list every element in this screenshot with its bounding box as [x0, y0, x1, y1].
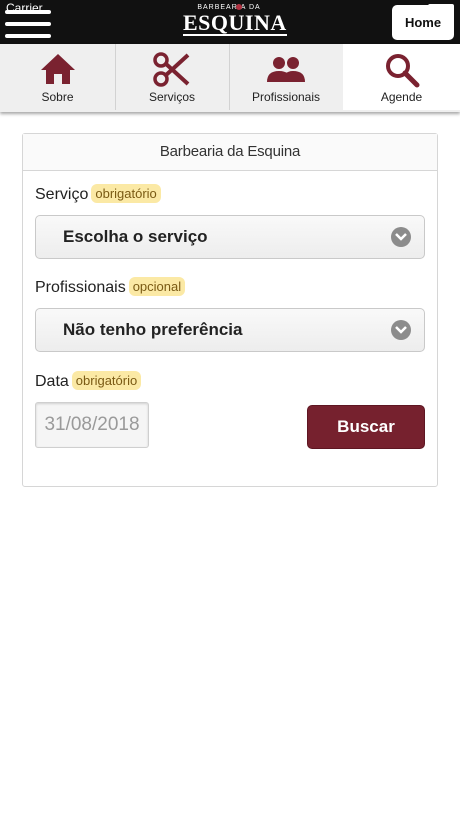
date-input[interactable]: 31/08/2018 [35, 402, 149, 448]
professional-select-value: Não tenho preferência [63, 320, 243, 339]
search-icon [385, 54, 419, 88]
date-field-label: Data obrigatório [35, 371, 142, 391]
service-field-label: Serviço obrigatório [35, 184, 161, 204]
professional-select[interactable]: Não tenho preferência [35, 308, 425, 352]
brand-logo: BARBEARIA DA ESQUINA [183, 4, 287, 36]
home-button[interactable]: Home [392, 5, 454, 40]
optional-badge: opcional [128, 277, 186, 296]
people-icon [267, 57, 305, 82]
required-badge: obrigatório [71, 371, 142, 390]
date-input-value: 31/08/2018 [44, 414, 140, 435]
nav-item-sobre[interactable]: Sobre [0, 44, 116, 110]
main-nav: Sobre Serviços Profissionais Agende [0, 44, 460, 112]
nav-label-profissionais: Profissionais [251, 90, 321, 104]
top-bar: Carrier BARBEARIA DA ESQUINA Home [0, 0, 460, 44]
hamburger-menu-icon[interactable] [5, 10, 51, 38]
chevron-down-icon [391, 227, 411, 247]
scissors-icon [153, 52, 190, 87]
home-icon [40, 54, 75, 84]
nav-item-profissionais[interactable]: Profissionais [229, 44, 344, 110]
nav-item-agende[interactable]: Agende [343, 44, 460, 110]
required-badge: obrigatório [91, 184, 161, 203]
search-button[interactable]: Buscar [307, 405, 425, 449]
form-title: Barbearia da Esquina [23, 134, 437, 171]
service-select-value: Escolha o serviço [63, 227, 208, 246]
nav-label-sobre: Sobre [41, 90, 74, 104]
service-select[interactable]: Escolha o serviço [35, 215, 425, 259]
nav-label-servicos: Serviços [148, 90, 195, 104]
professional-field-label: Profissionais opcional [35, 277, 186, 297]
booking-form-card: Barbearia da Esquina Serviço obrigatório … [22, 133, 438, 487]
nav-item-servicos[interactable]: Serviços [115, 44, 230, 110]
nav-label-agende: Agende [380, 90, 423, 104]
chevron-down-icon [391, 320, 411, 340]
